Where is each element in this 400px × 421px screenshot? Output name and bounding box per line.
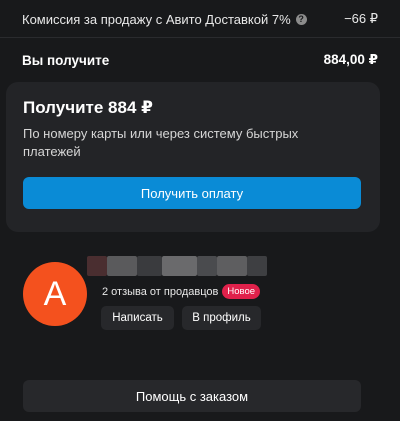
reviews-row: 2 отзыва от продавцов Новое xyxy=(102,284,261,299)
divider xyxy=(0,37,400,38)
info-icon[interactable]: ? xyxy=(295,13,307,25)
total-row: Вы получите 884,00 ₽ xyxy=(22,52,378,68)
write-message-button[interactable]: Написать xyxy=(101,306,174,330)
get-payment-button[interactable]: Получить оплату xyxy=(23,177,361,209)
commission-label: Комиссия за продажу с Авито Доставкой 7% xyxy=(22,11,291,27)
new-badge: Новое xyxy=(222,284,261,299)
order-help-button[interactable]: Помощь с заказом xyxy=(23,380,361,412)
commission-label-group: Комиссия за продажу с Авито Доставкой 7%… xyxy=(22,12,307,27)
payout-card: Получите 884 ₽ По номеру карты или через… xyxy=(6,82,380,232)
commission-row: Комиссия за продажу с Авито Доставкой 7%… xyxy=(22,11,378,27)
commission-value: −66 ₽ xyxy=(344,11,378,26)
avatar[interactable]: A xyxy=(23,262,87,326)
payout-description: По номеру карты или через систему быстры… xyxy=(23,126,299,159)
total-label: Вы получите xyxy=(22,52,110,68)
buyer-name-pixelated[interactable] xyxy=(87,256,267,276)
profile-button[interactable]: В профиль xyxy=(182,306,261,330)
total-value: 884,00 ₽ xyxy=(323,52,378,67)
payout-title: Получите 884 ₽ xyxy=(23,98,153,117)
reviews-text[interactable]: 2 отзыва от продавцов xyxy=(102,286,218,298)
